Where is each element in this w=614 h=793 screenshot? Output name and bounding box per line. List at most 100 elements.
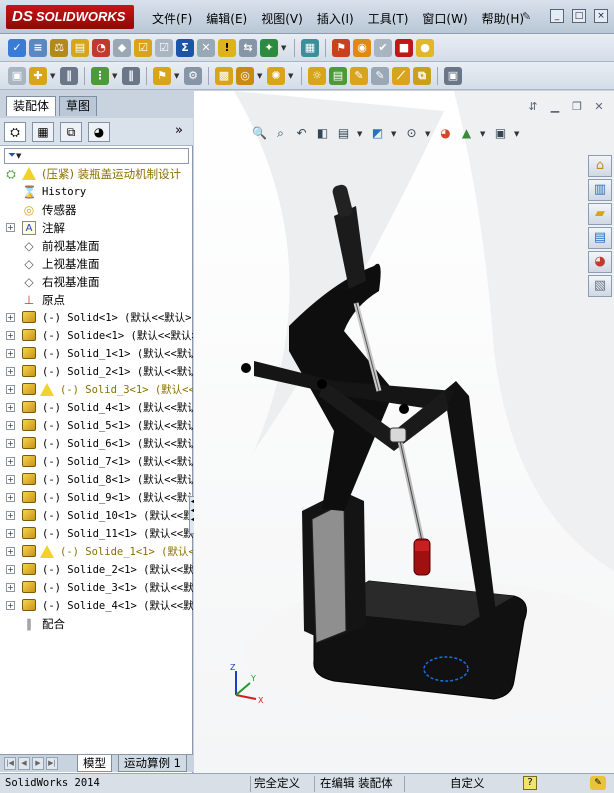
menu-edit[interactable]: 编辑(E)	[206, 10, 247, 27]
feature-manager-icon[interactable]: ⛭	[4, 122, 26, 142]
expand-toggle[interactable]: +	[6, 529, 15, 538]
solidworks-logo[interactable]: DS SOLIDWORKS	[6, 5, 134, 29]
expand-toggle[interactable]: +	[6, 565, 15, 574]
filter-icon[interactable]: ⏷	[8, 150, 16, 161]
tree-item[interactable]: ◇ 前视基准面	[0, 237, 193, 255]
box-icon[interactable]: ▣	[8, 66, 26, 85]
configuration-manager-icon[interactable]: ⧉	[60, 122, 82, 142]
gauge-icon[interactable]: ◔	[92, 38, 110, 57]
prev-tab-arrow-icon[interactable]: ◀	[18, 757, 30, 770]
view-palette-icon[interactable]: ▤	[588, 227, 612, 249]
property-manager-icon[interactable]: ▦	[32, 122, 54, 142]
camera-icon[interactable]: ☼	[308, 66, 326, 85]
folder-icon[interactable]: ▤	[71, 38, 89, 57]
tree-item[interactable]: ⛭ (压紧) 装瓶盖运动机制设计	[0, 165, 193, 183]
tree-item[interactable]: ⌛ History	[0, 183, 193, 201]
tree-item[interactable]: + A 注解	[0, 219, 193, 237]
expand-toggle[interactable]: +	[6, 439, 15, 448]
display-manager-icon[interactable]: ◕	[88, 122, 110, 142]
tree-item[interactable]: + (-) Solid_11<1> (默认<<默认>	[0, 525, 193, 543]
photo-icon[interactable]: ▣	[444, 66, 462, 85]
first-tab-arrow-icon[interactable]: |◀	[4, 757, 16, 770]
warning-icon[interactable]: !	[218, 38, 236, 57]
check-circle-icon[interactable]: ✔	[374, 38, 392, 57]
expand-toggle[interactable]: +	[6, 421, 15, 430]
tree-item[interactable]: ∥ 配合	[0, 615, 193, 633]
quick-tips-icon[interactable]: ✎	[590, 776, 606, 790]
cube-icon[interactable]: ⧉	[413, 66, 431, 85]
tree-item[interactable]: + (-) Solide_4<1> (默认<<默认>	[0, 597, 193, 615]
color-icon[interactable]: ◉	[353, 38, 371, 57]
palette-icon[interactable]: ●	[416, 38, 434, 57]
expand-toggle[interactable]: +	[6, 601, 15, 610]
tree-item[interactable]: + (-) Solid_9<1> (默认<<默认>	[0, 489, 193, 507]
tree-item[interactable]: + (-) Solid_3<1> (默认<<默认>	[0, 381, 193, 399]
custom-properties-icon[interactable]: ▧	[588, 275, 612, 297]
minimize-button[interactable]: _	[550, 9, 564, 23]
feature-icon[interactable]: ✦	[260, 38, 278, 57]
measure-icon[interactable]: ≡	[29, 38, 47, 57]
plugin-icon[interactable]: ▤	[329, 66, 347, 85]
file-explorer-icon[interactable]: ▰	[588, 203, 612, 225]
tree-item[interactable]: ◇ 上视基准面	[0, 255, 193, 273]
check-gray-icon[interactable]: ☑	[155, 38, 173, 57]
expand-toggle[interactable]: +	[6, 403, 15, 412]
appearances-icon[interactable]: ◕	[588, 251, 612, 273]
tree-item[interactable]: + (-) Solid_7<1> (默认<<默认>	[0, 453, 193, 471]
expand-toggle[interactable]: +	[6, 493, 15, 502]
expand-toggle[interactable]: +	[6, 583, 15, 592]
expand-toggle[interactable]: +	[6, 547, 15, 556]
tree-item[interactable]: + (-) Solide_2<1> (默认<<默认>	[0, 561, 193, 579]
chevron-down-icon[interactable]: ▼	[281, 44, 288, 52]
check-icon[interactable]: ☑	[134, 38, 152, 57]
help-icon[interactable]: ?	[523, 776, 537, 790]
graphics-viewport[interactable]: ⇵ ▁ ❐ ✕ 🔍 ⌕ ↶ ◧ ▤ ▼ ◩ ▼ ⊙ ▼ ◕ ▲ ▼ ▣ ▼ ⌂ …	[194, 91, 614, 773]
tree-item[interactable]: + (-) Solid_8<1> (默认<<默认>	[0, 471, 193, 489]
chevron-down-icon[interactable]: ▼	[257, 72, 264, 80]
tree-item[interactable]: + (-) Solid_10<1> (默认<<默认>	[0, 507, 193, 525]
tree-item[interactable]: + (-) Solid_2<1> (默认<<默认>	[0, 363, 193, 381]
expand-toggle[interactable]: +	[6, 313, 15, 322]
crank-handle[interactable]	[331, 184, 353, 219]
compare-icon[interactable]: ⇆	[239, 38, 257, 57]
expand-panel-icon[interactable]: »	[175, 123, 183, 138]
expand-toggle[interactable]: +	[6, 385, 15, 394]
tree-item[interactable]: + (-) Solide<1> (默认<<默认>	[0, 327, 193, 345]
chevron-down-icon[interactable]: ▼	[174, 72, 181, 80]
shield-icon[interactable]: ◆	[113, 38, 131, 57]
tree-item[interactable]: + (-) Solide_3<1> (默认<<默认>	[0, 579, 193, 597]
tab-assembly[interactable]: 装配体	[6, 96, 57, 116]
close-button[interactable]: ×	[594, 9, 608, 23]
expand-toggle[interactable]: +	[6, 511, 15, 520]
tree-item[interactable]: + (-) Solid_5<1> (默认<<默认>	[0, 417, 193, 435]
menu-insert[interactable]: 插入(I)	[317, 10, 354, 27]
tab-motion-study[interactable]: 运动算例 1	[118, 755, 187, 772]
table-icon[interactable]: ▦	[301, 38, 319, 57]
tree-item[interactable]: ◇ 右视基准面	[0, 273, 193, 291]
expand-toggle[interactable]: +	[6, 475, 15, 484]
design-library-icon[interactable]: ▥	[588, 179, 612, 201]
tree-item[interactable]: + (-) Solid_6<1> (默认<<默认>	[0, 435, 193, 453]
chevron-down-icon[interactable]: ▼	[50, 72, 57, 80]
paperclip-icon[interactable]: ∥	[60, 66, 78, 85]
pin-icon[interactable]: ✎	[522, 10, 534, 24]
clip2-icon[interactable]: ✎	[350, 66, 368, 85]
tab-sketch[interactable]: 草图	[59, 96, 98, 116]
stop-icon[interactable]: ■	[395, 38, 413, 57]
tree-item[interactable]: ⊥ 原点	[0, 291, 193, 309]
balance-icon[interactable]: ⚖	[50, 38, 68, 57]
clip-icon[interactable]: ∥	[122, 66, 140, 85]
tools-icon[interactable]: ✕	[197, 38, 215, 57]
status-units[interactable]: 自定义	[450, 774, 485, 792]
flag2-icon[interactable]: ⚑	[153, 66, 171, 85]
expand-toggle[interactable]: +	[6, 223, 15, 232]
expand-toggle[interactable]: +	[6, 457, 15, 466]
chevron-down-icon[interactable]: ▼	[288, 72, 295, 80]
tree-item[interactable]: + (-) Solide_1<1> (默认<<默认>	[0, 543, 193, 561]
menu-tools[interactable]: 工具(T)	[368, 10, 409, 27]
menu-window[interactable]: 窗口(W)	[422, 10, 467, 27]
gears-icon[interactable]: ✺	[267, 66, 285, 85]
next-tab-arrow-icon[interactable]: ▶	[32, 757, 44, 770]
chevron-down-icon[interactable]: ▼	[112, 72, 119, 80]
menu-file[interactable]: 文件(F)	[152, 10, 192, 27]
